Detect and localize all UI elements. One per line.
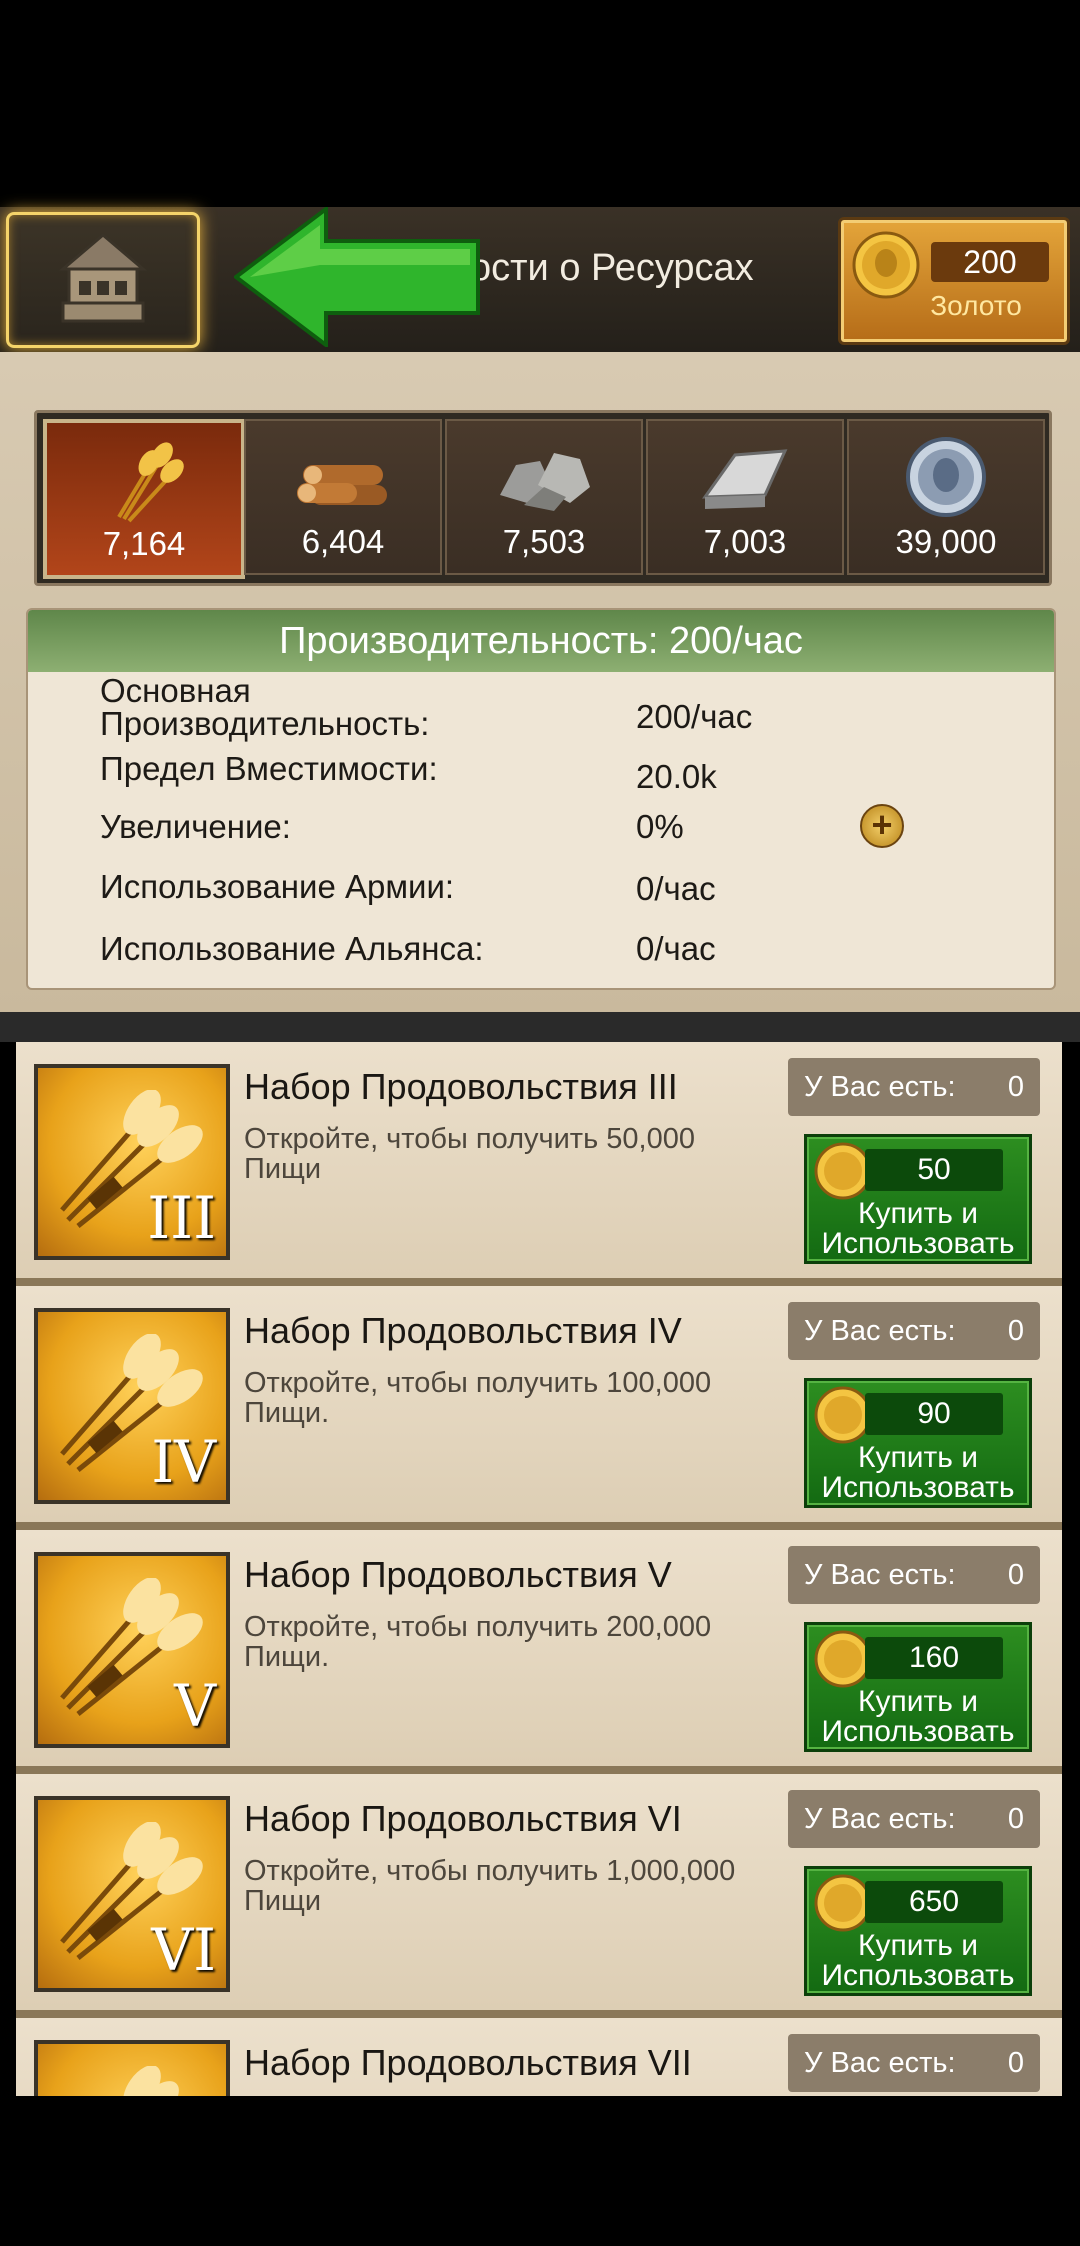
buy-label: Купить и Использовать	[821, 1685, 1015, 1748]
item-title: Набор Продовольствия IV	[244, 1310, 682, 1351]
buy-and-use-button[interactable]: 160 Купить и Использовать	[804, 1622, 1032, 1752]
stat-value-base: 200/час	[636, 698, 753, 735]
logs-icon	[297, 465, 387, 505]
price: 160	[865, 1637, 1003, 1679]
bottom-bar	[0, 2096, 1080, 2246]
owned-value: 0	[1007, 1315, 1024, 1347]
price: 50	[865, 1149, 1003, 1191]
food-pack-icon: III	[34, 1064, 230, 1260]
list-item: III Набор Продовольствия III Откройте, ч…	[16, 1042, 1062, 1286]
item-list: III Набор Продовольствия III Откройте, ч…	[16, 1042, 1062, 2096]
top-bar: ости о Ресурсах 200 Золото	[0, 207, 1080, 355]
item-title: Набор Продовольствия V	[244, 1554, 672, 1595]
item-description: Откройте, чтобы получить 1,000,000 Пищи	[244, 1855, 736, 1917]
gold-balance[interactable]: 200 Золото	[838, 217, 1070, 345]
owned-label: У Вас есть:	[804, 1315, 956, 1347]
tier-label: V	[174, 1672, 216, 1740]
buy-and-use-button[interactable]: 650 Купить и Использовать	[804, 1866, 1032, 1996]
owned-label: У Вас есть:	[804, 2047, 956, 2079]
tier-label: IV	[151, 1428, 216, 1496]
owned-count: У Вас есть: 0	[788, 1546, 1040, 1604]
owned-count: У Вас есть: 0	[788, 2034, 1040, 2092]
owned-value: 0	[1007, 2047, 1024, 2079]
stat-label-boost: Увеличение:	[100, 808, 291, 845]
item-description: Откройте, чтобы получить 100,000 Пищи.	[244, 1367, 712, 1429]
buy-label: Купить и Использовать	[821, 1441, 1015, 1504]
production-box: Производительность: 200/час Основная Про…	[26, 608, 1056, 990]
resource-tab-food[interactable]: 7,164	[43, 419, 245, 579]
stat-value-alliance: 0/час	[636, 930, 716, 967]
gold-coin-icon	[814, 1142, 872, 1200]
gold-coin-icon	[814, 1630, 872, 1688]
item-title: Набор Продовольствия VI	[244, 1798, 682, 1839]
owned-value: 0	[1007, 1559, 1024, 1591]
home-button[interactable]	[6, 212, 200, 348]
gold-coin-icon	[814, 1386, 872, 1444]
owned-label: У Вас есть:	[804, 1071, 956, 1103]
divider	[0, 1012, 1080, 1042]
stat-label-alliance: Использование Альянса:	[100, 930, 484, 967]
tier-label: VI	[151, 1916, 216, 1984]
back-arrow-icon[interactable]	[234, 207, 484, 347]
silver-coin-icon	[906, 437, 986, 517]
item-description: Откройте, чтобы получить 50,000 Пищи	[244, 1123, 695, 1185]
resource-value-stone: 7,503	[502, 523, 586, 560]
owned-count: У Вас есть: 0	[788, 1790, 1040, 1848]
item-title: Набор Продовольствия III	[244, 1066, 678, 1107]
price: 650	[865, 1881, 1003, 1923]
buy-and-use-button[interactable]: 50 Купить и Использовать	[804, 1134, 1032, 1264]
owned-value: 0	[1007, 1071, 1024, 1103]
resource-value-wood: 6,404	[301, 523, 385, 560]
resource-tab-stone[interactable]: 7,503	[445, 419, 643, 575]
list-item: Набор Продовольствия VII У Вас есть: 0	[16, 2018, 1062, 2096]
resource-value-food: 7,164	[102, 525, 186, 562]
buy-label: Купить и Использовать	[821, 1929, 1015, 1992]
gold-amount: 200	[931, 242, 1049, 282]
tier-label: III	[147, 1184, 216, 1252]
owned-value: 0	[1007, 1803, 1024, 1835]
owned-label: У Вас есть:	[804, 1559, 956, 1591]
buy-label: Купить и Использовать	[821, 1197, 1015, 1260]
owned-count: У Вас есть: 0	[788, 1058, 1040, 1116]
production-header: Производительность: 200/час	[28, 610, 1054, 672]
resource-tabs: 7,164 6,404 7,503 7,003 39,000	[34, 410, 1052, 586]
owned-count: У Вас есть: 0	[788, 1302, 1040, 1360]
item-description: Откройте, чтобы получить 200,000 Пищи.	[244, 1611, 712, 1673]
food-pack-icon: V	[34, 1552, 230, 1748]
stat-label-army: Использование Армии:	[100, 868, 455, 905]
stat-value-capacity: 20.0k	[636, 758, 717, 795]
stat-label-base: Основная Производительность:	[100, 672, 430, 742]
wheat-icon	[117, 442, 184, 523]
screen-title: ости о Ресурсах	[470, 247, 754, 289]
list-item: VI Набор Продовольствия VI Откройте, что…	[16, 1774, 1062, 2018]
gold-coin-icon	[814, 1874, 872, 1932]
food-pack-icon: IV	[34, 1308, 230, 1504]
castle-icon	[58, 233, 148, 323]
list-item: IV Набор Продовольствия IV Откройте, что…	[16, 1286, 1062, 1530]
price: 90	[865, 1393, 1003, 1435]
food-pack-icon: VI	[34, 1796, 230, 1992]
item-title: Набор Продовольствия VII	[244, 2042, 692, 2083]
list-item: V Набор Продовольствия V Откройте, чтобы…	[16, 1530, 1062, 1774]
resource-tab-silver[interactable]: 39,000	[847, 419, 1045, 575]
gold-label: Золото	[930, 290, 1022, 321]
resource-panel: 7,164 6,404 7,503 7,003 39,000 Производи…	[0, 352, 1080, 1012]
stat-value-boost: 0%	[636, 808, 684, 845]
wheat-icon	[123, 2066, 179, 2096]
owned-label: У Вас есть:	[804, 1803, 956, 1835]
resource-value-silver: 39,000	[895, 523, 997, 560]
food-pack-icon	[34, 2040, 230, 2096]
add-boost-icon[interactable]: +	[860, 804, 904, 848]
stat-value-army: 0/час	[636, 870, 716, 907]
buy-and-use-button[interactable]: 90 Купить и Использовать	[804, 1378, 1032, 1508]
resource-value-iron: 7,003	[703, 523, 787, 560]
resource-tab-iron[interactable]: 7,003	[646, 419, 844, 575]
iron-ingot-icon	[702, 449, 788, 509]
resource-tab-wood[interactable]: 6,404	[244, 419, 442, 575]
stone-icon	[500, 453, 590, 511]
stat-label-capacity: Предел Вместимости:	[100, 750, 438, 787]
